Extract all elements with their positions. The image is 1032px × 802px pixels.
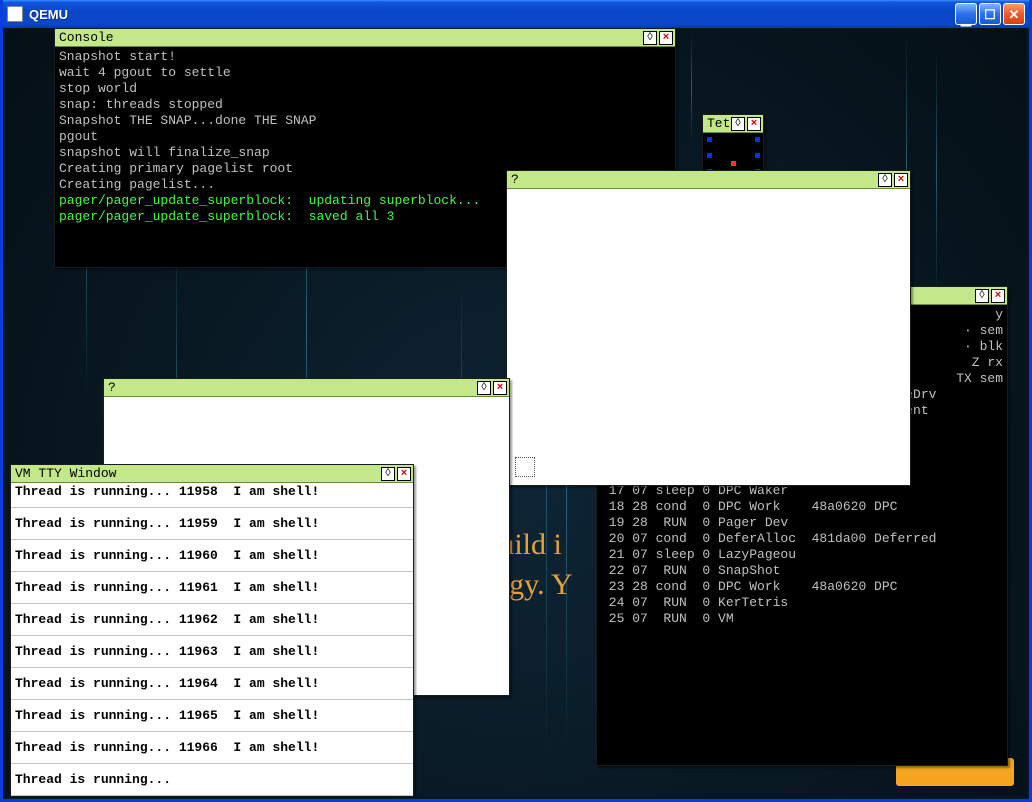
vm-tty-title: VM TTY Window [15,466,381,481]
close-button[interactable]: ✕ [1003,3,1025,25]
process-row: 22 07 RUN 0 SnapShot [601,563,1003,579]
minimize-icon[interactable]: ◊ [381,467,395,481]
minimize-icon[interactable]: ◊ [975,289,989,303]
tetris-block [731,161,736,166]
tty-line: Thread is running... 11963 I am shell! [11,636,413,668]
window-control-buttons: ▁ ☐ ✕ [955,3,1025,25]
blank-window-2-title: ? [511,172,878,187]
process-row: 20 07 cond 0 DeferAlloc 481da00 Deferred [601,531,1003,547]
qemu-title: QEMU [29,7,955,22]
tetris-block [707,137,712,142]
close-icon[interactable]: × [747,117,761,131]
blank-window-2[interactable]: ? ◊ × [506,170,911,486]
qemu-app-icon [7,6,23,22]
blank-window-1-titlebar[interactable]: ? ◊ × [104,379,509,397]
console-title: Console [59,30,643,45]
blank-window-2-body[interactable] [507,189,910,485]
console-line: wait 4 pgout to settle [59,65,671,81]
qemu-main-window: QEMU ▁ ☐ ✕ ɔuild i ɩggy. Y ◊ × [0,0,1032,802]
console-line: pgout [59,129,671,145]
blank-window-2-titlebar[interactable]: ? ◊ × [507,171,910,189]
console-line: snapshot will finalize_snap [59,145,671,161]
minimize-icon[interactable]: ◊ [643,31,657,45]
vm-tty-body[interactable]: Thread is running... 11958 I am shell!Th… [11,483,413,796]
tty-line: Thread is running... 11961 I am shell! [11,572,413,604]
tty-line: Thread is running... 11964 I am shell! [11,668,413,700]
bg-streak [936,48,937,298]
process-row: 25 07 RUN 0 VM [601,611,1003,627]
vm-tty-titlebar[interactable]: VM TTY Window ◊ × [11,465,413,483]
console-line: Snapshot THE SNAP...done THE SNAP [59,113,671,129]
close-icon[interactable]: × [659,31,673,45]
process-row: 18 28 cond 0 DPC Work 48a0620 DPC [601,499,1003,515]
tty-line: Thread is running... [11,764,413,796]
vm-tty-window[interactable]: VM TTY Window ◊ × Thread is running... 1… [10,464,414,796]
console-line: Snapshot start! [59,49,671,65]
close-icon[interactable]: × [493,381,507,395]
close-icon[interactable]: × [991,289,1005,303]
qemu-titlebar[interactable]: QEMU ▁ ☐ ✕ [3,0,1029,28]
tetris-block [755,137,760,142]
minimize-icon[interactable]: ◊ [731,117,745,131]
console-line: snap: threads stopped [59,97,671,113]
tetris-titlebar[interactable]: Tet ◊ × [703,115,763,133]
minimize-icon[interactable]: ◊ [878,173,892,187]
tty-line: Thread is running... 11959 I am shell! [11,508,413,540]
tetris-block [707,153,712,158]
console-line: stop world [59,81,671,97]
maximize-button[interactable]: ☐ [979,3,1001,25]
close-icon[interactable]: × [397,467,411,481]
blank-window-1-title: ? [108,380,477,395]
minimize-icon[interactable]: ◊ [477,381,491,395]
console-titlebar[interactable]: Console ◊ × [55,29,675,47]
process-row: 23 28 cond 0 DPC Work 48a0620 DPC [601,579,1003,595]
tty-line: Thread is running... 11966 I am shell! [11,732,413,764]
tty-line: Thread is running... 11958 I am shell! [11,483,413,508]
process-row: 24 07 RUN 0 KerTetris [601,595,1003,611]
process-row: 21 07 sleep 0 LazyPageou [601,547,1003,563]
bg-streak [691,33,692,143]
close-icon[interactable]: × [894,173,908,187]
process-row: 19 28 RUN 0 Pager Dev [601,515,1003,531]
tetris-title: Tet [707,116,731,131]
tty-line: Thread is running... 11965 I am shell! [11,700,413,732]
minimize-button[interactable]: ▁ [955,3,977,25]
guest-desktop[interactable]: ɔuild i ɩggy. Y ◊ × y· sem· blkZ rxTX se… [6,28,1026,796]
caret-box [515,457,535,477]
tty-line: Thread is running... 11960 I am shell! [11,540,413,572]
tty-line: Thread is running... 11962 I am shell! [11,604,413,636]
tetris-block [755,153,760,158]
